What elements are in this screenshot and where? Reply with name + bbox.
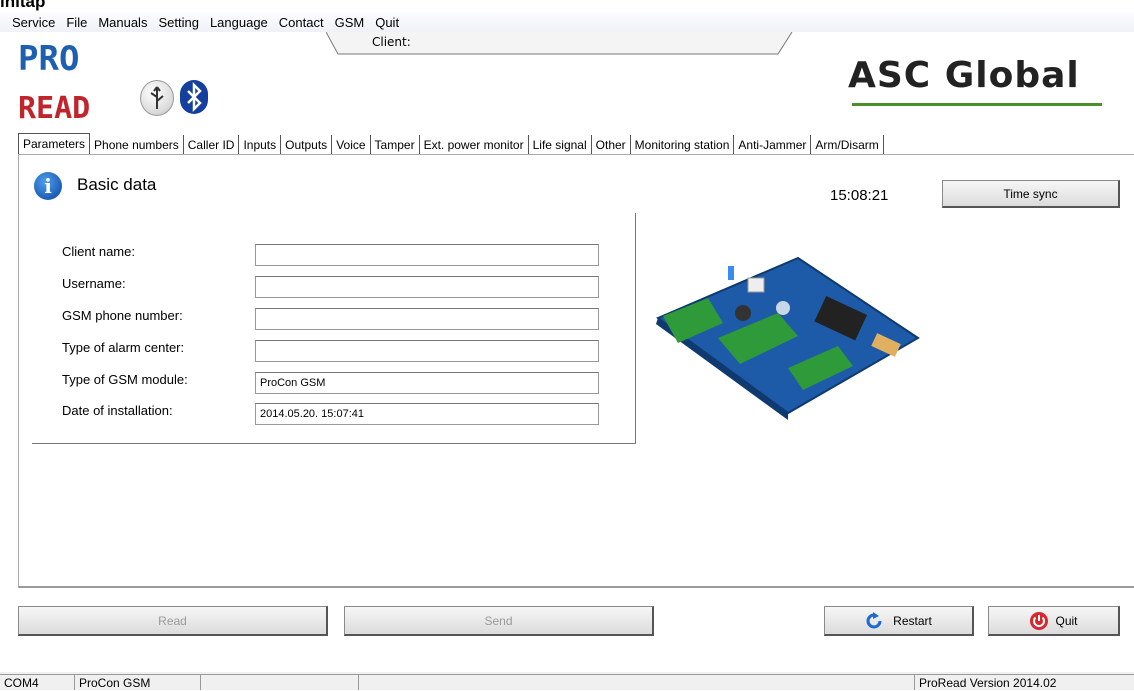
menu-setting[interactable]: Setting xyxy=(158,15,198,30)
alarm-center-input[interactable] xyxy=(255,340,599,362)
status-segment-empty-1 xyxy=(200,674,358,690)
gsm-phone-label: GSM phone number: xyxy=(62,308,183,323)
menu-file[interactable]: File xyxy=(66,15,87,30)
restart-label: Restart xyxy=(893,613,932,628)
installation-date-input[interactable]: 2014.05.20. 15:07:41 xyxy=(255,403,599,425)
status-segment-empty-2 xyxy=(358,674,914,690)
section-title: Basic data xyxy=(77,175,157,194)
tab-parameters[interactable]: Parameters xyxy=(18,133,91,155)
menu-manuals[interactable]: Manuals xyxy=(98,15,147,30)
asc-global-logo: ASC Global xyxy=(848,55,1108,107)
alarm-center-label: Type of alarm center: xyxy=(62,340,185,355)
bluetooth-icon[interactable] xyxy=(180,80,208,114)
client-label: Client: xyxy=(372,35,411,49)
menu-quit[interactable]: Quit xyxy=(375,15,399,30)
quit-button[interactable]: Quit xyxy=(988,606,1120,636)
tab-outputs[interactable]: Outputs xyxy=(281,135,333,155)
menu-language[interactable]: Language xyxy=(210,15,268,30)
time-sync-button[interactable]: Time sync xyxy=(942,180,1120,208)
installation-date-label: Date of installation: xyxy=(62,403,173,418)
gsm-phone-input[interactable] xyxy=(255,308,599,330)
tab-life-signal[interactable]: Life signal xyxy=(529,135,592,155)
proread-logo: PRO READ xyxy=(18,40,90,120)
logo-read-text: READ xyxy=(18,91,90,120)
menu-bar: Service File Manuals Setting Language Co… xyxy=(0,12,1134,32)
menu-contact[interactable]: Contact xyxy=(279,15,324,30)
quit-label: Quit xyxy=(1055,613,1078,628)
tab-monitoring-station[interactable]: Monitoring station xyxy=(631,135,735,155)
tab-anti-jammer[interactable]: Anti-Jammer xyxy=(734,135,812,155)
read-button[interactable]: Read xyxy=(18,606,328,636)
menu-service[interactable]: Service xyxy=(12,15,55,30)
tab-phone-numbers[interactable]: Phone numbers xyxy=(90,135,184,155)
username-label: Username: xyxy=(62,276,126,291)
tab-strip: Parameters Phone numbers Caller ID Input… xyxy=(18,133,884,155)
tab-tamper[interactable]: Tamper xyxy=(371,135,420,155)
clock-display: 15:08:21 xyxy=(830,187,889,204)
tab-ext-power-monitor[interactable]: Ext. power monitor xyxy=(420,135,529,155)
logo-pro-text: PRO xyxy=(18,40,79,79)
status-port: COM4 xyxy=(0,674,74,690)
logo-underline xyxy=(852,103,1102,106)
gsm-module-input[interactable]: ProCon GSM xyxy=(255,372,599,394)
status-bar: COM4 ProCon GSM ProRead Version 2014.02 xyxy=(0,672,1134,690)
gsm-board-image xyxy=(655,256,920,420)
status-module: ProCon GSM xyxy=(74,674,200,690)
window-title-fragment: ınıtap xyxy=(0,0,46,11)
restart-arrow-icon xyxy=(866,611,882,628)
tab-voice[interactable]: Voice xyxy=(332,135,371,155)
tab-other[interactable]: Other xyxy=(592,135,631,155)
menu-gsm[interactable]: GSM xyxy=(335,15,365,30)
tab-inputs[interactable]: Inputs xyxy=(239,135,282,155)
client-name-input[interactable] xyxy=(255,244,599,266)
info-icon: i xyxy=(34,172,62,200)
tab-arm-disarm[interactable]: Arm/Disarm xyxy=(811,135,884,155)
power-icon xyxy=(1030,611,1049,630)
usb-icon[interactable] xyxy=(140,80,174,116)
asc-global-text: ASC Global xyxy=(848,55,1080,96)
gsm-module-label: Type of GSM module: xyxy=(62,372,188,387)
restart-button[interactable]: Restart xyxy=(824,606,974,636)
username-input[interactable] xyxy=(255,276,599,298)
tab-caller-id[interactable]: Caller ID xyxy=(184,135,240,155)
send-button[interactable]: Send xyxy=(344,606,654,636)
status-version: ProRead Version 2014.02 xyxy=(914,674,1134,690)
client-name-label: Client name: xyxy=(62,244,135,259)
